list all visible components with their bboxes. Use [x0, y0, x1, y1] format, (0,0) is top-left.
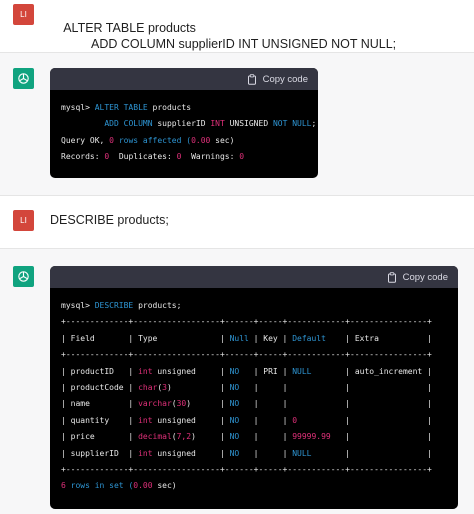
table-border: +-------------+------------------+------… — [61, 350, 432, 360]
table-border: +-------------+------------------+------… — [61, 465, 432, 475]
clipboard-icon — [387, 271, 396, 283]
code-header: Copy code — [50, 266, 458, 288]
user-message-2: LI DESCRIBE products; — [0, 196, 474, 248]
prompt-line: mysql> DESCRIBE products; — [61, 301, 182, 310]
user-message-text: DESCRIBE products; — [50, 213, 169, 227]
code-content: mysql> DESCRIBE products; +-------------… — [50, 288, 458, 505]
user-message-1: LI ALTER TABLE products ADD COLUMN suppl… — [0, 0, 474, 52]
chatgpt-logo-icon — [13, 266, 34, 287]
user-avatar: LI — [13, 4, 34, 25]
assistant-message-2: Copy code mysql> DESCRIBE products; +---… — [0, 249, 474, 514]
table-row: | supplierID | int unsigned | NO | | NUL… — [61, 448, 432, 458]
chatgpt-logo-icon — [13, 68, 34, 89]
code-header: Copy code — [50, 68, 318, 90]
table-header: | Field | Type | Null | Key | Default | … — [61, 333, 432, 343]
copy-code-label: Copy code — [402, 271, 448, 283]
code-block-1: Copy code mysql> ALTER TABLE products AD… — [50, 68, 318, 178]
clipboard-icon — [247, 73, 256, 85]
table-row: | price | decimal(7,2) | NO | | 99999.99… — [61, 432, 432, 442]
table-row: | name | varchar(30) | NO | | | | — [61, 399, 432, 409]
table-row: | productID | int unsigned | NO | PRI | … — [61, 366, 432, 376]
table-row: | productCode | char(3) | NO | | | | — [61, 383, 432, 393]
code-content: mysql> ALTER TABLE products ADD COLUMN s… — [61, 103, 317, 162]
code-block-2: Copy code mysql> DESCRIBE products; +---… — [50, 266, 458, 509]
user-text-line-2: ADD COLUMN supplierID INT UNSIGNED NOT N… — [63, 37, 397, 51]
result-footer: 6 rows in set (0.00 sec) — [61, 481, 177, 491]
copy-code-button[interactable]: Copy code — [247, 74, 308, 85]
table-border: +-------------+------------------+------… — [61, 317, 432, 327]
table-row: | quantity | int unsigned | NO | | 0 | | — [61, 415, 432, 425]
user-avatar: LI — [13, 210, 34, 231]
copy-code-label: Copy code — [262, 73, 308, 85]
copy-code-button[interactable]: Copy code — [387, 272, 448, 283]
assistant-message-1: Copy code mysql> ALTER TABLE products AD… — [0, 53, 474, 195]
